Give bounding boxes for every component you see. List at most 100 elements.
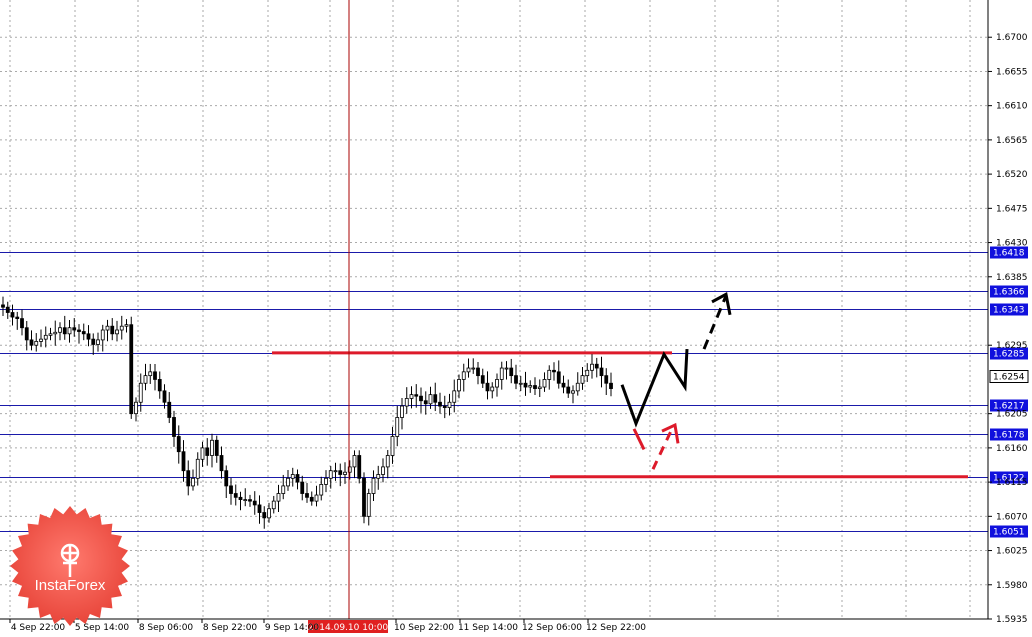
candle-bull bbox=[281, 485, 286, 494]
y-tick-label: 1.6295 bbox=[996, 341, 1028, 351]
candle-bull bbox=[395, 417, 400, 437]
candle-bull bbox=[67, 327, 72, 335]
candle-bear bbox=[248, 499, 252, 502]
candle-bull bbox=[48, 333, 53, 336]
candle-bear bbox=[91, 338, 96, 345]
candle-bear bbox=[167, 401, 172, 418]
candle-bull bbox=[537, 386, 542, 389]
candle-bear bbox=[414, 394, 419, 397]
candle-bull bbox=[571, 390, 575, 394]
candle-bear bbox=[62, 327, 67, 335]
y-tick-label: 1.6475 bbox=[996, 204, 1028, 214]
candle-bear bbox=[309, 496, 314, 502]
x-tick-label: 10 Sep 22:00 bbox=[394, 623, 454, 633]
candle-bull bbox=[376, 474, 381, 479]
candle-bear bbox=[480, 375, 485, 384]
candle-bull bbox=[271, 500, 276, 510]
candle-bull bbox=[53, 331, 58, 335]
candle-bear bbox=[153, 371, 157, 380]
candle-bull bbox=[195, 458, 200, 479]
level-label: 1.6178 bbox=[993, 431, 1025, 441]
axes: 1.6700 1.6655 1.6610 1.6565 1.6520 1.6475 1.64… bbox=[0, 0, 1028, 633]
candle-bear bbox=[176, 436, 181, 453]
candle-bull bbox=[452, 390, 457, 403]
candle-bear bbox=[257, 504, 262, 513]
candle-bull bbox=[447, 401, 452, 408]
candle-bear bbox=[609, 382, 613, 389]
candle-bear bbox=[523, 382, 528, 388]
candle-bull bbox=[409, 394, 414, 399]
candle-bear bbox=[10, 312, 15, 318]
candle-bear bbox=[305, 493, 309, 498]
x-tick-label: 12 Sep 22:00 bbox=[586, 623, 646, 633]
candle-bear bbox=[110, 325, 115, 335]
instaforex-seal: InstaForex bbox=[10, 506, 130, 626]
candle-bear bbox=[509, 367, 514, 377]
y-tick-label: 1.6205 bbox=[996, 410, 1028, 420]
candle-bull bbox=[328, 470, 333, 479]
candle-bear bbox=[476, 367, 480, 377]
candle-bear bbox=[423, 400, 428, 405]
candle-bull bbox=[400, 405, 404, 418]
candle-bear bbox=[181, 451, 186, 472]
candle-bear bbox=[77, 329, 81, 332]
y-tick-label: 1.6520 bbox=[996, 170, 1028, 180]
forecast-annotations bbox=[272, 291, 968, 479]
chart-canvas[interactable]: 1.64181.63661.63431.62851.62171.61781.61… bbox=[0, 0, 1032, 637]
candle-bull bbox=[333, 470, 338, 473]
y-tick-label: 1.6565 bbox=[996, 136, 1028, 146]
candle-bull bbox=[371, 477, 376, 494]
candle-bear bbox=[1, 304, 5, 308]
x-tick-label: 8 Sep 22:00 bbox=[203, 623, 258, 633]
y-tick-label: 1.6070 bbox=[996, 512, 1028, 522]
candle-bear bbox=[295, 474, 300, 483]
candle-bull bbox=[58, 327, 62, 333]
x-tick-label: 9 Sep 14:00 bbox=[265, 623, 320, 633]
candle-bear bbox=[433, 394, 438, 403]
y-tick-label: 1.5935 bbox=[996, 615, 1028, 625]
x-tick-label: 4 Sep 22:00 bbox=[11, 623, 66, 633]
candle-bear bbox=[129, 324, 134, 415]
candle-bear bbox=[604, 375, 609, 384]
candle-bear bbox=[15, 316, 20, 320]
candle-bull bbox=[343, 471, 347, 475]
candle-bull bbox=[381, 466, 385, 475]
candle-bear bbox=[552, 369, 556, 373]
candle-bull bbox=[290, 474, 295, 479]
forecast-black-path bbox=[620, 348, 689, 428]
candle-bear bbox=[233, 493, 238, 498]
candle-bull bbox=[385, 455, 390, 468]
candle-bear bbox=[599, 367, 604, 377]
x-tick-label: 8 Sep 06:00 bbox=[139, 623, 194, 633]
y-tick-label: 1.6610 bbox=[996, 102, 1028, 112]
x-tick-label: 12 Sep 06:00 bbox=[522, 623, 582, 633]
candle-bull bbox=[96, 339, 100, 345]
candle-bear bbox=[29, 339, 34, 346]
candle-bear bbox=[20, 318, 24, 329]
current-price-label: 1.6254 bbox=[993, 373, 1025, 383]
candle-bull bbox=[124, 324, 129, 327]
level-label: 1.6366 bbox=[993, 288, 1025, 298]
candle-bear bbox=[442, 405, 447, 408]
candle-bull bbox=[428, 394, 433, 405]
candle-bull bbox=[43, 334, 48, 340]
candle-bull bbox=[504, 367, 509, 370]
candle-bull bbox=[499, 367, 504, 380]
candle-bear bbox=[300, 481, 305, 494]
candle-bull bbox=[352, 455, 357, 468]
candle-bull bbox=[319, 483, 324, 496]
y-tick-label: 1.5980 bbox=[996, 581, 1028, 591]
candle-bull bbox=[495, 379, 499, 388]
candle-bull bbox=[590, 363, 594, 371]
candle-bear bbox=[24, 327, 29, 341]
candlestick-series bbox=[1, 296, 613, 529]
y-tick-label: 1.6430 bbox=[996, 239, 1028, 249]
price-chart[interactable]: 1.6418 1.6366 1.6343 1.6285 1.6217 1.6178 1.61… bbox=[0, 0, 1032, 637]
y-tick-label: 1.6700 bbox=[996, 33, 1028, 43]
y-tick-label: 1.6115 bbox=[996, 478, 1028, 488]
candle-bear bbox=[5, 306, 10, 313]
candle-bull bbox=[547, 369, 552, 380]
candle-bull bbox=[39, 338, 43, 342]
candle-bear bbox=[229, 485, 233, 494]
candle-bull bbox=[100, 329, 105, 341]
